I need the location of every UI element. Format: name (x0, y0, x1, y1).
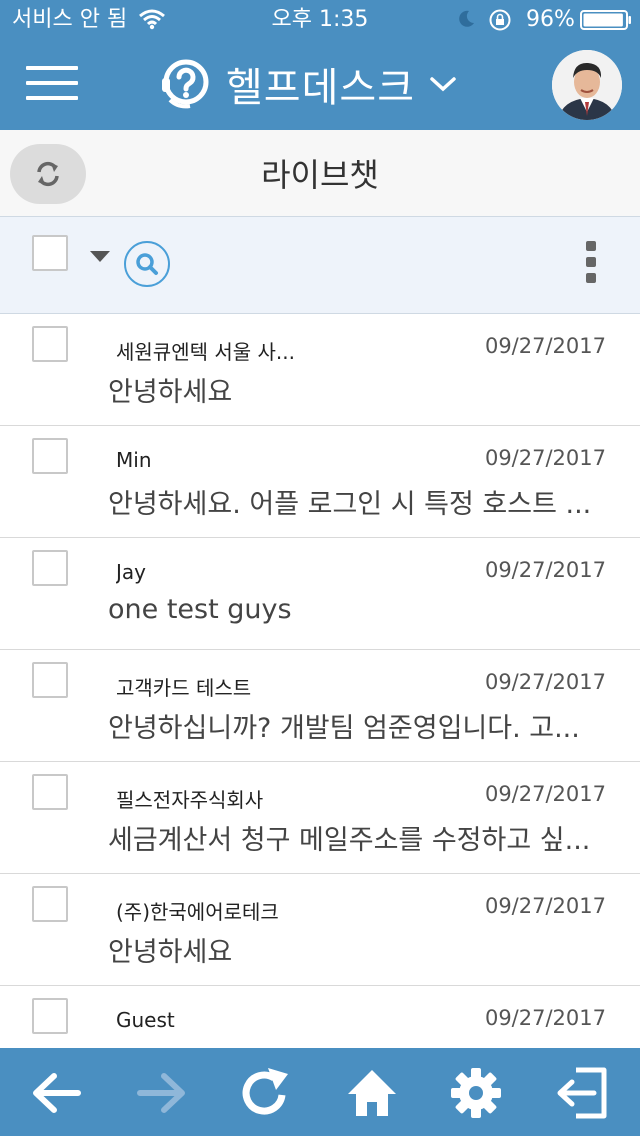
message-preview: 안녕하세요 (108, 937, 233, 968)
do-not-disturb-icon (459, 10, 474, 27)
page-title-bar: 라이브챗 (0, 130, 640, 217)
select-options-dropdown[interactable] (90, 251, 110, 262)
chat-date: 09/27/2017 (484, 558, 606, 582)
chevron-down-icon (430, 77, 456, 92)
logout-icon (557, 1067, 607, 1119)
message-preview: 안녕하세요. 어플 로그인 시 특정 호스트 ... (108, 489, 592, 520)
customer-name: 세원큐엔텍 서울 사... (116, 340, 295, 364)
conversation-row[interactable]: (주)한국에어로테크 09/27/2017 안녕하세요 (0, 874, 640, 986)
customer-name: Min (116, 448, 152, 472)
status-bar: 서비스 안 됨 오후 1:35 96% (0, 0, 640, 40)
customer-name: (주)한국에어로테크 (116, 900, 279, 924)
battery-percent: 96% (526, 7, 575, 32)
chat-date: 09/27/2017 (484, 894, 606, 918)
conversation-row[interactable]: 고객카드 테스트 09/27/2017 안녕하십니까? 개발팀 엄준영입니다. 고.… (0, 650, 640, 762)
select-all-checkbox[interactable] (32, 235, 68, 271)
logout-button[interactable] (554, 1066, 610, 1120)
chat-date: 09/27/2017 (484, 446, 606, 470)
avatar[interactable] (552, 50, 622, 120)
row-checkbox[interactable] (32, 886, 68, 922)
reload-icon (242, 1068, 288, 1115)
back-button[interactable] (28, 1066, 84, 1120)
chat-date: 09/27/2017 (484, 334, 606, 358)
forward-arrow-icon (137, 1073, 185, 1113)
customer-name: 필스전자주식회사 (116, 788, 264, 812)
help-headset-icon (162, 59, 209, 109)
conversation-row[interactable]: Jay 09/27/2017 one test guys (0, 538, 640, 650)
customer-name: Jay (116, 560, 146, 584)
conversation-row[interactable]: 세원큐엔텍 서울 사... 09/27/2017 안녕하세요 (0, 314, 640, 426)
conversation-list: 세원큐엔텍 서울 사... 09/27/2017 안녕하세요 Min 09/27/201… (0, 314, 640, 1048)
app-switcher[interactable]: 헬프데스크 (160, 54, 457, 114)
reload-button[interactable] (238, 1066, 294, 1120)
rotation-lock-icon (489, 9, 511, 31)
row-checkbox[interactable] (32, 998, 68, 1034)
message-preview: one test guys (108, 594, 292, 625)
customer-name: 고객카드 테스트 (116, 676, 252, 700)
hamburger-menu-button[interactable] (26, 66, 78, 102)
settings-button[interactable] (448, 1066, 504, 1120)
page-title: 라이브챗 (261, 156, 379, 194)
conversation-row[interactable]: 필스전자주식회사 09/27/2017 세금계산서 청구 메일주소를 수정하고 싶.… (0, 762, 640, 874)
customer-name: Guest (116, 1008, 175, 1032)
search-icon (136, 253, 158, 275)
chat-date: 09/27/2017 (484, 670, 606, 694)
message-preview: 세금계산서 청구 메일주소를 수정하고 싶... (108, 825, 591, 856)
row-checkbox[interactable] (32, 438, 68, 474)
header: 헬프데스크 (0, 40, 640, 130)
top-bar: 서비스 안 됨 오후 1:35 96% 헬프데스크 (0, 0, 640, 130)
search-button[interactable] (124, 241, 170, 287)
conversation-row[interactable]: Min 09/27/2017 안녕하세요. 어플 로그인 시 특정 호스트 ... (0, 426, 640, 538)
user-photo (552, 50, 622, 120)
home-icon (348, 1070, 396, 1116)
row-checkbox[interactable] (32, 326, 68, 362)
chat-date: 09/27/2017 (484, 782, 606, 806)
forward-button[interactable] (134, 1066, 190, 1120)
chat-date: 09/27/2017 (484, 1006, 606, 1030)
conversation-row[interactable]: Guest 09/27/2017 (0, 986, 640, 1048)
gear-icon (451, 1068, 501, 1118)
back-arrow-icon (33, 1073, 81, 1113)
row-checkbox[interactable] (32, 662, 68, 698)
row-checkbox[interactable] (32, 550, 68, 586)
message-preview: 안녕하세요 (108, 377, 233, 408)
list-toolbar (0, 217, 640, 314)
app-title: 헬프데스크 (226, 65, 415, 111)
home-button[interactable] (344, 1066, 400, 1120)
row-checkbox[interactable] (32, 774, 68, 810)
battery-icon (580, 10, 631, 30)
more-options-button[interactable] (584, 241, 598, 293)
bottom-nav-bar (0, 1048, 640, 1136)
message-preview: 안녕하십니까? 개발팀 엄준영입니다. 고... (108, 713, 580, 744)
